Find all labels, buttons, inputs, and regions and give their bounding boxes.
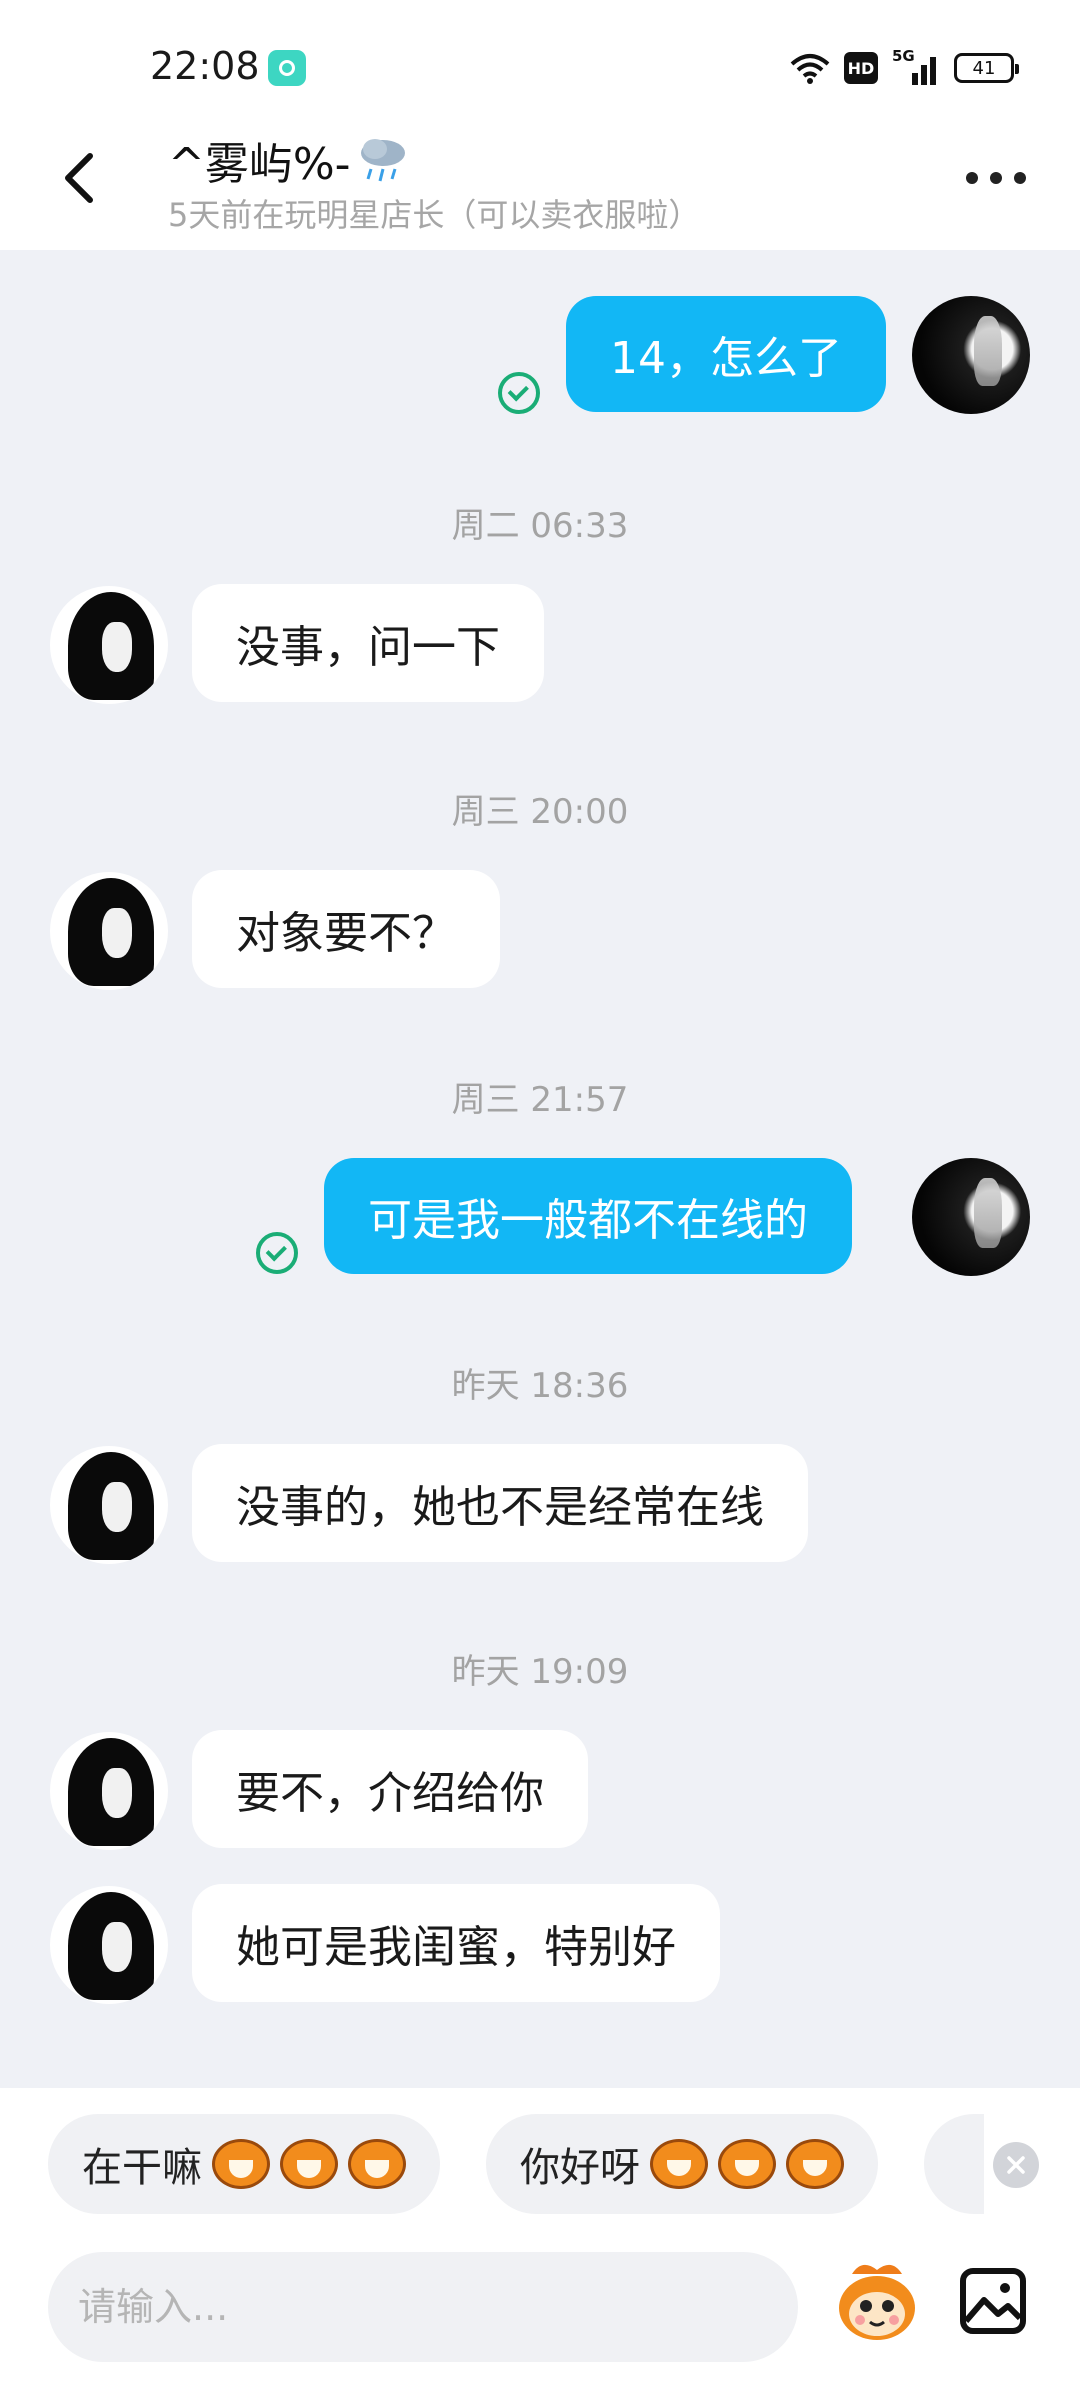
network-type: 5G xyxy=(892,47,915,65)
back-icon[interactable] xyxy=(56,148,106,208)
laughing-monkey-icon xyxy=(348,2139,406,2189)
signal-icon: 5G xyxy=(892,47,940,85)
my-message-bubble[interactable]: 可是我一般都不在线的 xyxy=(324,1158,852,1274)
battery-level: 41 xyxy=(972,57,996,79)
status-icons: HD 5G 41 xyxy=(790,47,1019,88)
image-picker-icon[interactable] xyxy=(958,2266,1028,2336)
contact-message-bubble[interactable]: 对象要不？ xyxy=(192,870,500,988)
my-avatar[interactable] xyxy=(912,1158,1030,1276)
message-text: 对象要不？ xyxy=(236,908,456,959)
message-timestamp: 周三 21:57 xyxy=(451,1080,629,1120)
message-timestamp: 昨天 18:36 xyxy=(451,1366,629,1406)
chat-title: ^雾屿%- xyxy=(168,128,411,192)
read-check-icon xyxy=(498,372,540,414)
contact-avatar[interactable] xyxy=(50,1732,168,1850)
app-notification-icon xyxy=(268,50,306,86)
top-bar: 22:08 HD 5G 41 ^雾屿%- 5天前在玩明星店长（可以卖衣服啦） xyxy=(0,0,1080,250)
laughing-monkey-icon xyxy=(280,2139,338,2189)
quick-reply-text: 在干嘛 xyxy=(82,2145,202,2191)
mascot-emoji-icon[interactable] xyxy=(832,2256,922,2346)
more-options-icon[interactable] xyxy=(966,160,1034,196)
hd-badge: HD xyxy=(844,52,878,84)
big-eyed-monkey-icon xyxy=(786,2139,844,2189)
message-text: 没事，问一下 xyxy=(236,622,500,673)
contact-avatar[interactable] xyxy=(50,1886,168,2004)
message-text: 14，怎么了 xyxy=(610,333,842,384)
big-eyed-monkey-icon xyxy=(650,2139,708,2189)
contact-message-bubble[interactable]: 没事的，她也不是经常在线 xyxy=(192,1444,808,1562)
contact-message-bubble[interactable]: 她可是我闺蜜，特别好 xyxy=(192,1884,720,2002)
close-suggestions-icon[interactable] xyxy=(993,2142,1039,2188)
message-timestamp: 昨天 19:09 xyxy=(451,1652,629,1692)
message-timestamp: 周三 20:00 xyxy=(451,792,629,832)
contact-message-bubble[interactable]: 没事，问一下 xyxy=(192,584,544,702)
contact-avatar[interactable] xyxy=(50,586,168,704)
contact-name: ^雾屿%- xyxy=(168,139,351,190)
quick-reply-text: 你好呀 xyxy=(520,2145,640,2191)
message-text: 没事的，她也不是经常在线 xyxy=(236,1482,764,1533)
big-eyed-monkey-icon xyxy=(718,2139,776,2189)
quick-reply-chip[interactable]: 你好呀 xyxy=(486,2114,878,2214)
laughing-monkey-icon xyxy=(212,2139,270,2189)
wifi-icon xyxy=(790,54,830,84)
contact-avatar[interactable] xyxy=(50,872,168,990)
message-input[interactable] xyxy=(48,2252,798,2362)
battery-icon: 41 xyxy=(954,53,1019,83)
rain-cloud-icon xyxy=(360,139,405,182)
contact-status: 5天前在玩明星店长（可以卖衣服啦） xyxy=(168,196,701,234)
my-avatar[interactable] xyxy=(912,296,1030,414)
quick-reply-chip[interactable]: 在干嘛 xyxy=(48,2114,440,2214)
contact-avatar[interactable] xyxy=(50,1446,168,1564)
status-time: 22:08 xyxy=(150,44,260,88)
message-text: 可是我一般都不在线的 xyxy=(368,1195,808,1246)
my-message-bubble[interactable]: 14，怎么了 xyxy=(566,296,886,412)
message-text: 她可是我闺蜜，特别好 xyxy=(236,1922,676,1973)
read-check-icon xyxy=(256,1232,298,1274)
message-timestamp: 周二 06:33 xyxy=(451,506,629,546)
message-text: 要不，介绍给你 xyxy=(236,1768,544,1819)
contact-message-bubble[interactable]: 要不，介绍给你 xyxy=(192,1730,588,1848)
